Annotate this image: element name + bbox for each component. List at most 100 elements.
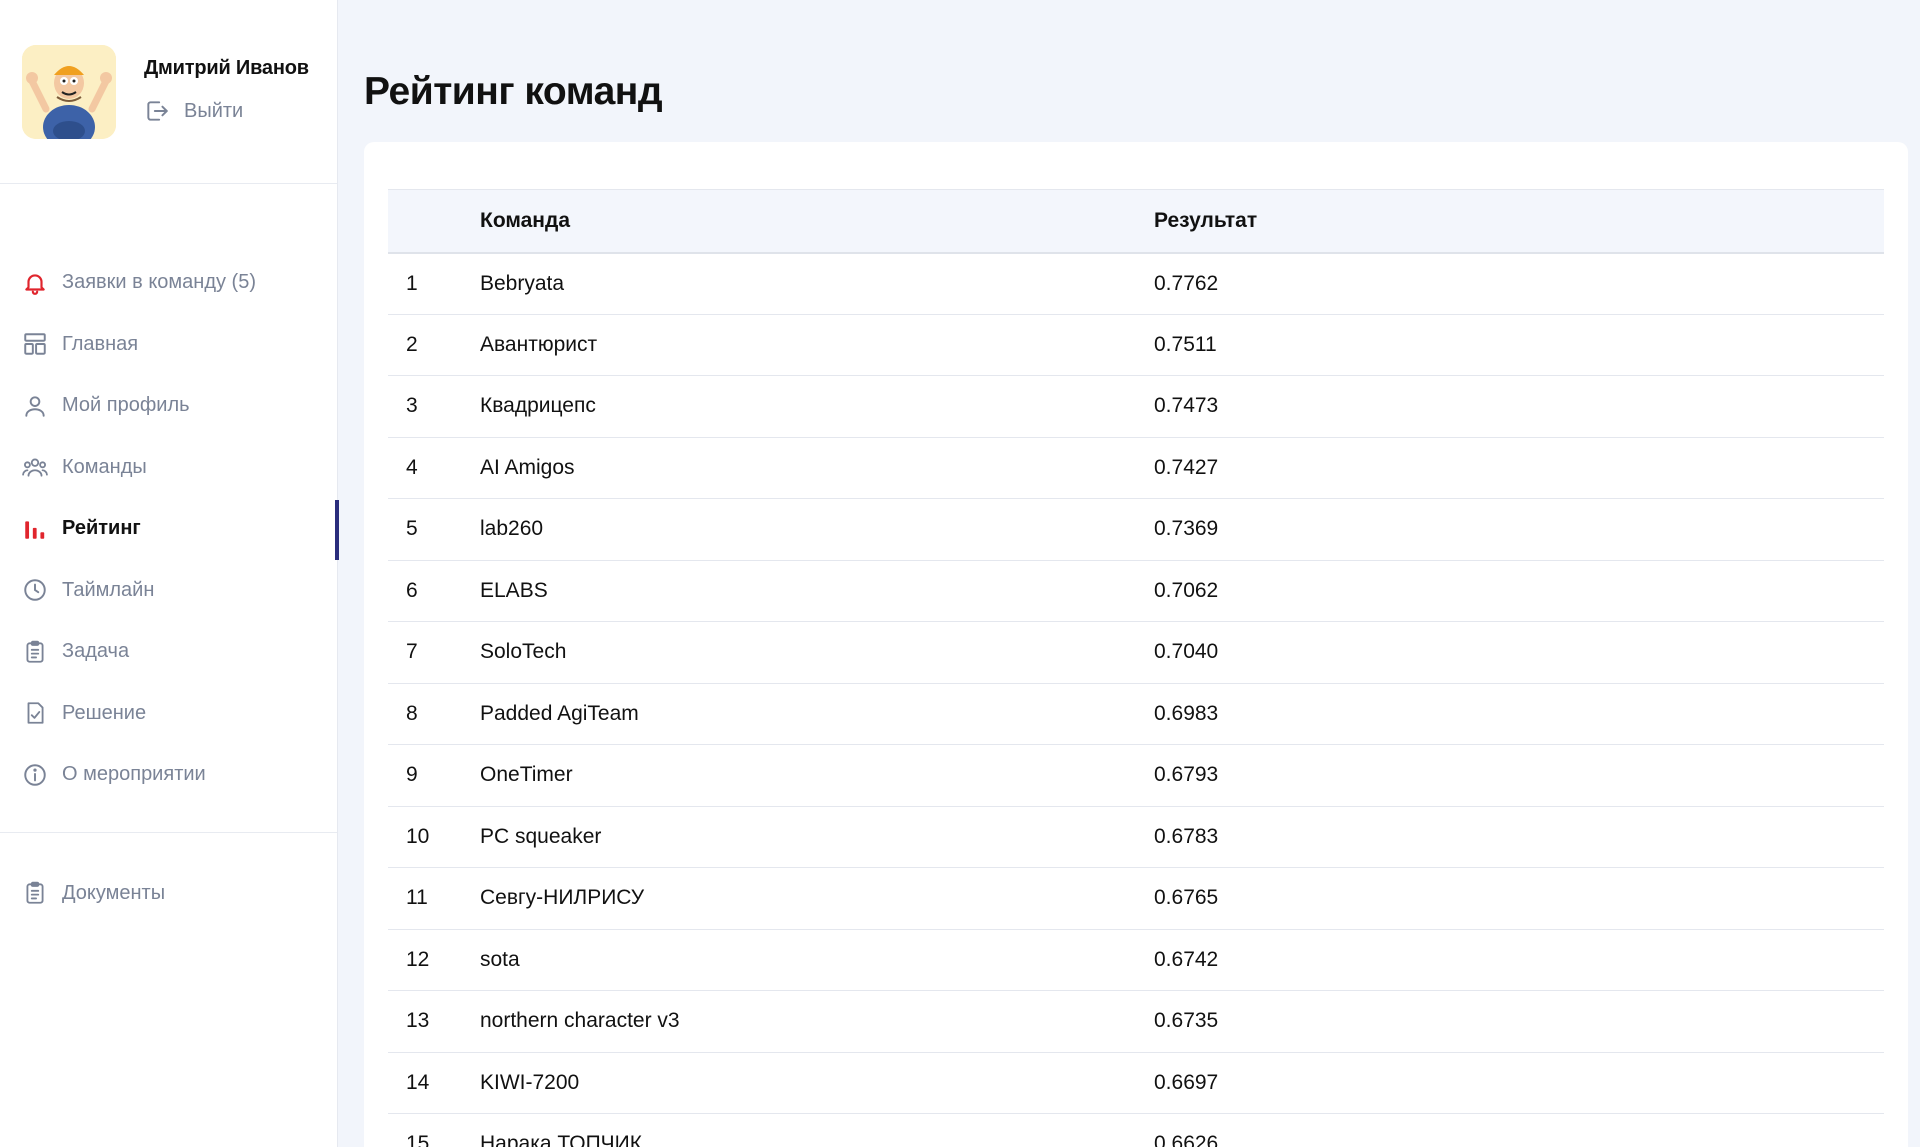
nav-item-label: Документы xyxy=(62,881,166,904)
rank-cell: 12 xyxy=(388,929,480,991)
nav-item-requests[interactable]: Заявки в команду (5) xyxy=(0,252,337,314)
main-nav: Заявки в команду (5) Главная Мой профиль xyxy=(0,184,339,925)
page-title: Рейтинг команд xyxy=(364,70,663,113)
bell-icon xyxy=(25,274,45,295)
nav-item-label: Рейтинг xyxy=(62,517,141,540)
rating-table: Команда Результат 1 Bebryata 0.7762 2 Авантю… xyxy=(388,189,1884,1147)
team-name-cell: Padded AgiTeam xyxy=(480,683,1154,745)
nav-item-solution[interactable]: Решение xyxy=(0,683,337,745)
avatar-illustration-icon xyxy=(22,45,116,139)
logout-button[interactable]: Выйти xyxy=(144,98,309,124)
team-name-cell: AI Amigos xyxy=(480,437,1154,499)
main-content: Рейтинг команд Команда Результат 1 Bebrya… xyxy=(338,0,1920,1147)
result-cell: 0.6765 xyxy=(1154,867,1884,930)
info-icon xyxy=(24,764,46,786)
user-info: Дмитрий Иванов Выйти xyxy=(144,45,309,124)
nav-item-label: Решение xyxy=(62,701,147,724)
result-cell: 0.7040 xyxy=(1154,621,1884,684)
result-cell: 0.7762 xyxy=(1154,252,1884,315)
table-row: 14 KIWI-7200 0.6697 xyxy=(388,1052,1884,1114)
team-name-cell: KIWI-7200 xyxy=(480,1052,1154,1114)
rank-cell: 11 xyxy=(388,867,480,930)
team-name-cell: lab260 xyxy=(480,498,1154,561)
result-cell: 0.7369 xyxy=(1154,498,1884,561)
team-name-cell: SoloTech xyxy=(480,621,1154,684)
table-row: 8 Padded AgiTeam 0.6983 xyxy=(388,683,1884,745)
result-cell: 0.7427 xyxy=(1154,437,1884,499)
table-row: 11 Севгу-НИЛРИСУ 0.6765 xyxy=(388,867,1884,930)
table-row: 7 SoloTech 0.7040 xyxy=(388,621,1884,684)
result-cell: 0.7511 xyxy=(1154,314,1884,376)
file-check-icon xyxy=(27,702,44,724)
user-panel: Дмитрий Иванов Выйти xyxy=(0,0,337,184)
table-row: 10 PC squeaker 0.6783 xyxy=(388,806,1884,868)
nav-item-documents[interactable]: Документы xyxy=(0,863,337,925)
clipboard-icon xyxy=(26,640,44,663)
rank-cell: 5 xyxy=(388,498,480,561)
team-name-cell: PC squeaker xyxy=(480,806,1154,868)
team-name-cell: northern character v3 xyxy=(480,990,1154,1053)
nav-item-label: Главная xyxy=(62,332,139,355)
team-icon xyxy=(22,458,48,477)
column-header-rank xyxy=(388,189,480,254)
nav-item-rating[interactable]: Рейтинг xyxy=(0,498,339,560)
table-row: 13 northern character v3 0.6735 xyxy=(388,990,1884,1053)
result-cell: 0.7473 xyxy=(1154,375,1884,438)
column-header-team: Команда xyxy=(480,189,1154,254)
user-icon xyxy=(25,396,45,417)
table-row: 1 Bebryata 0.7762 xyxy=(388,252,1884,315)
app: Дмитрий Иванов Выйти Заявки в команду (5… xyxy=(0,0,1920,1147)
nav-item-label: Задача xyxy=(62,640,130,663)
nav-item-label: Заявки в команду (5) xyxy=(62,271,257,294)
nav-item-label: О мероприятии xyxy=(62,763,206,786)
nav-divider xyxy=(0,831,337,833)
rank-cell: 14 xyxy=(388,1052,480,1114)
clipboard-icon xyxy=(26,882,44,904)
team-name-cell: OneTimer xyxy=(480,744,1154,807)
result-cell: 0.6983 xyxy=(1154,683,1884,745)
rank-cell: 13 xyxy=(388,990,480,1053)
team-name-cell: Квадрицепс xyxy=(480,375,1154,438)
nav-item-label: Команды xyxy=(62,455,147,478)
clock-icon xyxy=(24,579,46,601)
team-name-cell: sota xyxy=(480,929,1154,991)
table-row: 4 AI Amigos 0.7427 xyxy=(388,437,1884,499)
rank-cell: 6 xyxy=(388,560,480,622)
rank-cell: 4 xyxy=(388,437,480,499)
nav-item-label: Мой профиль xyxy=(62,394,190,417)
avatar[interactable] xyxy=(22,45,116,139)
nav-item-label: Таймлайн xyxy=(62,578,155,601)
table-body: 1 Bebryata 0.7762 2 Авантюрист 0.7511 3 Квадриц… xyxy=(388,252,1884,1147)
result-cell: 0.6793 xyxy=(1154,744,1884,807)
result-cell: 0.7062 xyxy=(1154,560,1884,622)
team-name-cell: Bebryata xyxy=(480,252,1154,315)
result-cell: 0.6735 xyxy=(1154,990,1884,1053)
result-cell: 0.6742 xyxy=(1154,929,1884,991)
rank-cell: 3 xyxy=(388,375,480,438)
logout-icon xyxy=(147,101,168,121)
sidebar: Дмитрий Иванов Выйти Заявки в команду (5… xyxy=(0,0,339,1147)
nav-item-about[interactable]: О мероприятии xyxy=(0,744,337,806)
dashboard-icon xyxy=(24,333,46,355)
team-name-cell: Севгу-НИЛРИСУ xyxy=(480,867,1154,930)
rating-card: Команда Результат 1 Bebryata 0.7762 2 Авантю… xyxy=(364,142,1908,1147)
nav-item-teams[interactable]: Команды xyxy=(0,437,337,499)
table-row: 9 OneTimer 0.6793 xyxy=(388,744,1884,807)
nav-item-timeline[interactable]: Таймлайн xyxy=(0,560,337,622)
nav-item-task[interactable]: Задача xyxy=(0,621,337,683)
nav-item-home[interactable]: Главная xyxy=(0,314,337,376)
nav-item-profile[interactable]: Мой профиль xyxy=(0,375,337,437)
logout-label: Выйти xyxy=(184,99,244,122)
table-row: 12 sota 0.6742 xyxy=(388,929,1884,991)
team-name-cell: Авантюрист xyxy=(480,314,1154,376)
column-header-result: Результат xyxy=(1154,189,1884,254)
table-row: 5 lab260 0.7369 xyxy=(388,498,1884,561)
table-row: 6 ELABS 0.7062 xyxy=(388,560,1884,622)
result-cell: 0.6783 xyxy=(1154,806,1884,868)
table-row: 3 Квадрицепс 0.7473 xyxy=(388,375,1884,438)
table-row: 2 Авантюрист 0.7511 xyxy=(388,314,1884,376)
user-name: Дмитрий Иванов xyxy=(144,57,309,79)
team-name-cell: Нарака ТОПЧИК xyxy=(480,1113,1154,1147)
table-header-row: Команда Результат xyxy=(388,189,1884,254)
table-row: 15 Нарака ТОПЧИК 0.6626 xyxy=(388,1113,1884,1147)
